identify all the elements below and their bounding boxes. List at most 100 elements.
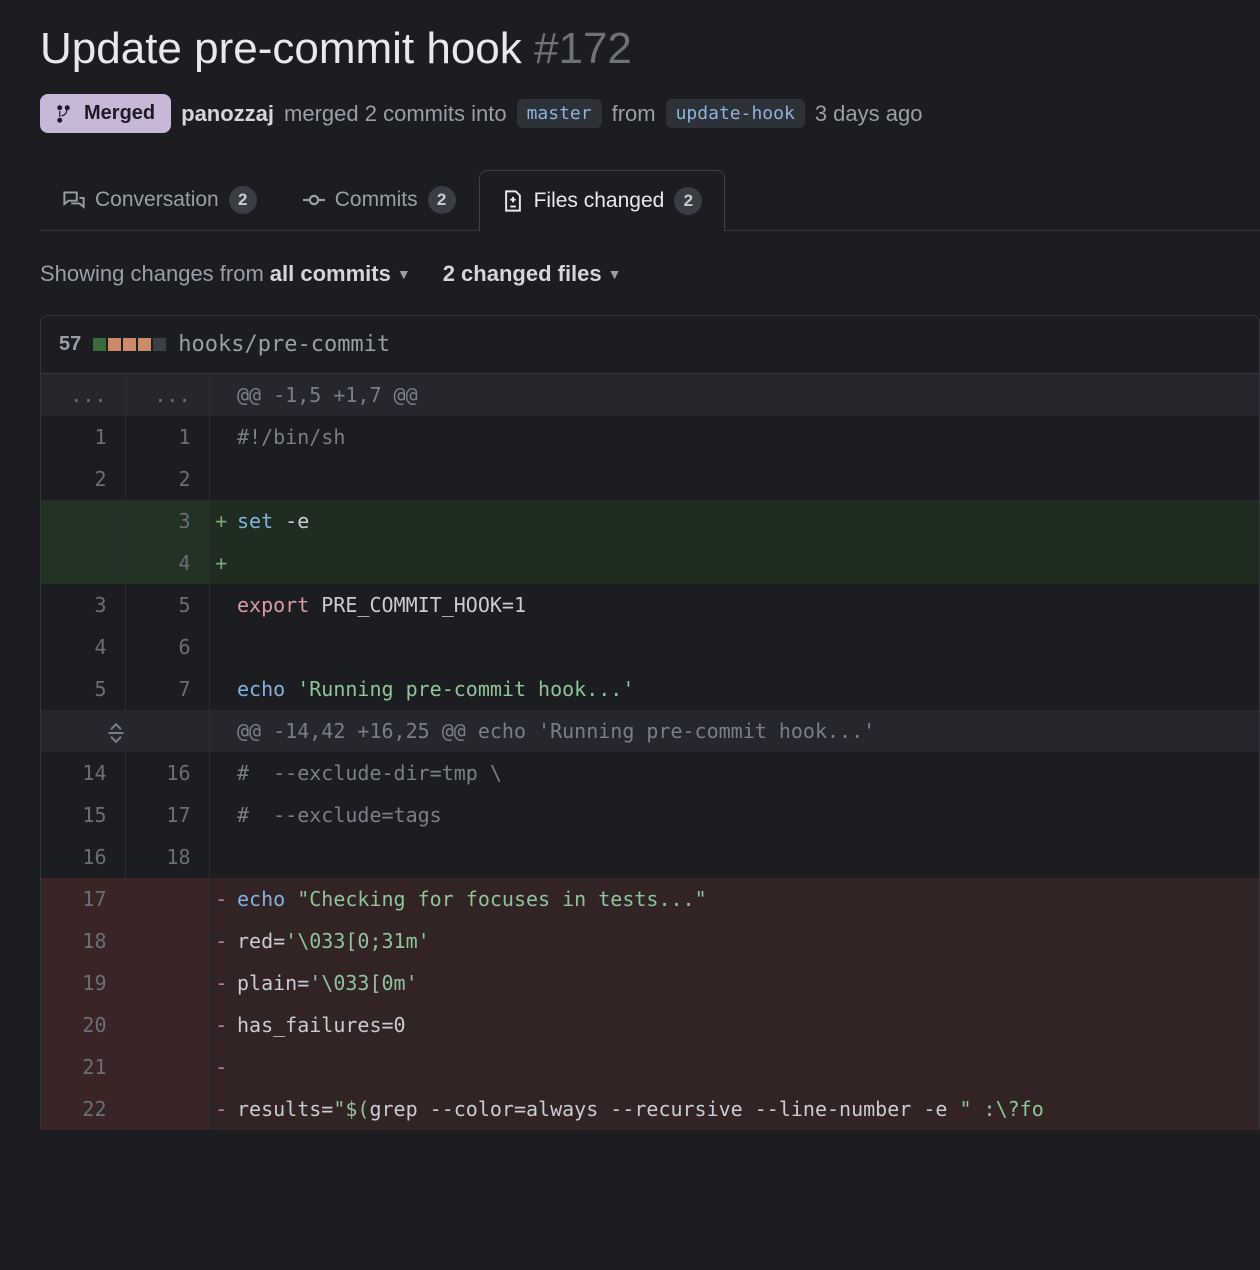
diff-marker: - [209, 1046, 233, 1088]
pr-tabs: Conversation 2 Commits 2 Files changed 2 [40, 169, 1260, 231]
line-number-old[interactable]: 5 [41, 668, 125, 710]
line-number-new[interactable]: 7 [125, 668, 209, 710]
line-number-old[interactable]: 16 [41, 836, 125, 878]
caret-down-icon: ▼ [397, 266, 411, 282]
line-number-new[interactable] [125, 878, 209, 920]
tab-conversation-label: Conversation [95, 188, 219, 212]
code-content: has_failures=0 [233, 1004, 1259, 1046]
code-content: red='\033[0;31m' [233, 920, 1259, 962]
merged-label: Merged [84, 102, 155, 125]
pr-title: Update pre-commit hook #172 [40, 24, 1260, 74]
file-path[interactable]: hooks/pre-commit [178, 332, 390, 357]
hunk-text: @@ -14,42 +16,25 @@ echo 'Running pre-co… [233, 710, 1259, 752]
line-number-old[interactable]: 14 [41, 752, 125, 794]
diff-line: 22 [41, 458, 1259, 500]
tab-commits-label: Commits [335, 188, 418, 212]
hunk-header: ......@@ -1,5 +1,7 @@ [41, 374, 1259, 416]
expand-hunk-button[interactable] [41, 710, 209, 752]
diff-marker: - [209, 1004, 233, 1046]
line-number-old[interactable] [41, 542, 125, 584]
line-number-old[interactable] [41, 500, 125, 542]
diff-marker [209, 626, 233, 668]
comment-discussion-icon [63, 189, 85, 211]
line-number-new[interactable] [125, 1046, 209, 1088]
diff-line: 21 - [41, 1046, 1259, 1088]
diffstat-blocks [93, 338, 166, 351]
line-number-new[interactable]: 2 [125, 458, 209, 500]
line-number-old[interactable]: 22 [41, 1088, 125, 1130]
line-number-new[interactable] [125, 920, 209, 962]
diffstat-del-block [108, 338, 121, 351]
line-number-old[interactable]: 19 [41, 962, 125, 1004]
code-content [233, 1046, 1259, 1088]
hunk-header: @@ -14,42 +16,25 @@ echo 'Running pre-co… [41, 710, 1259, 752]
diff-line: 3+set -e [41, 500, 1259, 542]
code-content [233, 626, 1259, 668]
code-content: echo 'Running pre-commit hook...' [233, 668, 1259, 710]
diff-marker: - [209, 920, 233, 962]
git-merge-icon [56, 104, 76, 124]
line-number-new: ... [125, 374, 209, 416]
tab-commits-count: 2 [428, 186, 456, 214]
line-number-new[interactable]: 1 [125, 416, 209, 458]
diff-marker [209, 710, 233, 752]
line-number-old[interactable]: 3 [41, 584, 125, 626]
line-number-old[interactable]: 1 [41, 416, 125, 458]
diff-line: 19-plain='\033[0m' [41, 962, 1259, 1004]
tab-commits[interactable]: Commits 2 [280, 169, 479, 230]
tab-conversation[interactable]: Conversation 2 [40, 169, 280, 230]
git-commit-icon [303, 189, 325, 211]
line-number-old[interactable]: 2 [41, 458, 125, 500]
line-number-new[interactable]: 18 [125, 836, 209, 878]
file-header: 57 hooks/pre-commit [41, 316, 1259, 374]
commits-filter-prefix: Showing changes from [40, 261, 264, 287]
line-number-old[interactable]: 4 [41, 626, 125, 668]
files-filter-dropdown[interactable]: 2 changed files ▼ [443, 261, 622, 287]
diff-marker: + [209, 542, 233, 584]
line-number-new[interactable]: 5 [125, 584, 209, 626]
diff-line: 17-echo "Checking for focuses in tests..… [41, 878, 1259, 920]
diffstat-count: 57 [59, 333, 81, 356]
diff-marker [209, 794, 233, 836]
code-content: #!/bin/sh [233, 416, 1259, 458]
line-number-old[interactable]: 18 [41, 920, 125, 962]
diff-marker: - [209, 1088, 233, 1130]
line-number-old[interactable]: 21 [41, 1046, 125, 1088]
diff-table: ......@@ -1,5 +1,7 @@11 #!/bin/sh22 3+se… [41, 374, 1259, 1130]
base-branch[interactable]: master [517, 99, 602, 128]
diff-line: 18 -red='\033[0;31m' [41, 920, 1259, 962]
code-content: # --exclude-dir=tmp \ [233, 752, 1259, 794]
diffstat-del-block [123, 338, 136, 351]
line-number-old: ... [41, 374, 125, 416]
line-number-old[interactable]: 17 [41, 878, 125, 920]
diff-marker [209, 374, 233, 416]
commits-filter-dropdown[interactable]: Showing changes from all commits ▼ [40, 261, 411, 287]
line-number-new[interactable]: 17 [125, 794, 209, 836]
line-number-old[interactable]: 20 [41, 1004, 125, 1046]
diff-line: 20 -has_failures=0 [41, 1004, 1259, 1046]
caret-down-icon: ▼ [608, 266, 622, 282]
diff-line: 46 [41, 626, 1259, 668]
file-diff: 57 hooks/pre-commit ......@@ -1,5 +1,7 @… [40, 315, 1260, 1130]
diff-line: 1517 # --exclude=tags [41, 794, 1259, 836]
pr-meta: Merged panozzaj merged 2 commits into ma… [40, 94, 1260, 133]
line-number-new[interactable]: 4 [125, 542, 209, 584]
head-branch[interactable]: update-hook [666, 99, 805, 128]
code-content: plain='\033[0m' [233, 962, 1259, 1004]
line-number-new[interactable]: 16 [125, 752, 209, 794]
diff-marker [209, 668, 233, 710]
tab-files-changed[interactable]: Files changed 2 [479, 170, 726, 231]
line-number-new[interactable]: 3 [125, 500, 209, 542]
line-number-new[interactable]: 6 [125, 626, 209, 668]
line-number-old[interactable]: 15 [41, 794, 125, 836]
merged-badge: Merged [40, 94, 171, 133]
line-number-new[interactable] [125, 1088, 209, 1130]
tab-files-label: Files changed [534, 189, 665, 213]
pr-author[interactable]: panozzaj [181, 101, 274, 127]
code-content: export PRE_COMMIT_HOOK=1 [233, 584, 1259, 626]
diff-marker [209, 458, 233, 500]
diff-line: 11 #!/bin/sh [41, 416, 1259, 458]
code-content: set -e [233, 500, 1259, 542]
line-number-new[interactable] [125, 1004, 209, 1046]
line-number-new[interactable] [125, 962, 209, 1004]
